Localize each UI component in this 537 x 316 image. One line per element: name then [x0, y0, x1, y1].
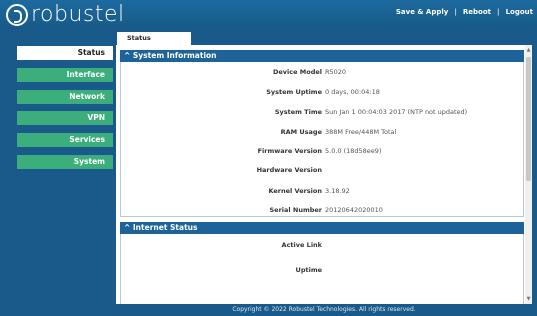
info-label: Firmware Version [257, 147, 322, 155]
save-apply-button[interactable]: Save & Apply [396, 8, 448, 16]
footer-copyright: Copyright © 2022 Robustel Technologies. … [232, 306, 416, 313]
reboot-button[interactable]: Reboot [463, 8, 491, 16]
robustel-logo: robustel [6, 2, 125, 28]
scrollbar[interactable]: ▲ ▼ [525, 45, 532, 304]
info-label: RAM Usage [280, 128, 322, 136]
info-value: 5.0.0 (18d58ee9) [325, 147, 382, 155]
scroll-thumb[interactable] [526, 57, 531, 181]
info-row: RAM Usage 388M Free/448M Total [120, 122, 524, 141]
info-value: 0 days, 00:04:18 [325, 88, 380, 96]
info-row: Uptime [120, 260, 524, 279]
info-label: Kernel Version [268, 187, 322, 195]
app-header: robustel Save & Apply | Reboot | Logout [0, 0, 537, 28]
scroll-up-icon[interactable]: ▲ [526, 47, 531, 53]
divider: | [454, 8, 457, 16]
info-label: Uptime [295, 266, 322, 274]
internet-status-header[interactable]: ^ Internet Status [120, 222, 524, 234]
sidebar-item-system[interactable]: System [17, 155, 113, 169]
sidebar-item-interface[interactable]: Interface [17, 68, 113, 82]
info-row: System Time Sun Jan 1 00:04:03 2017 (NTP… [120, 102, 524, 121]
sidebar-item-vpn[interactable]: VPN [17, 111, 113, 125]
info-row: Hardware Version [120, 160, 524, 179]
info-row: Kernel Version 3.18.92 [120, 181, 524, 200]
info-value: 3.18.92 [325, 187, 350, 195]
robustel-logo-icon [6, 4, 28, 26]
info-label: Device Model [272, 68, 322, 76]
info-value: 388M Free/448M Total [325, 128, 397, 136]
info-row: Active Link [120, 235, 524, 254]
info-row: Serial Number 20120642020010 [120, 200, 524, 219]
info-label: Hardware Version [256, 166, 322, 174]
info-label: System Time [274, 108, 322, 116]
sidebar-item-network[interactable]: Network [17, 90, 113, 104]
system-information-header[interactable]: ^ System Information [120, 50, 524, 62]
info-row: System Uptime 0 days, 00:04:18 [120, 82, 524, 101]
info-label: Active Link [281, 241, 322, 249]
header-actions: Save & Apply | Reboot | Logout [396, 8, 533, 16]
main-content: ^ System Information Device Model R5020 … [116, 45, 532, 304]
logo-text: robustel [31, 2, 125, 27]
info-row: Firmware Version 5.0.0 (18d58ee9) [120, 141, 524, 160]
divider: | [497, 8, 500, 16]
sidebar-item-services[interactable]: Services [17, 133, 113, 147]
info-value: 20120642020010 [325, 206, 383, 214]
info-value: R5020 [325, 68, 347, 76]
logout-button[interactable]: Logout [506, 8, 533, 16]
info-row: Device Model R5020 [120, 62, 524, 81]
info-value: Sun Jan 1 00:04:03 2017 (NTP not updated… [325, 108, 468, 116]
sidebar-item-status[interactable]: Status [17, 46, 113, 60]
info-label: Serial Number [269, 206, 322, 214]
scroll-down-icon[interactable]: ▼ [526, 296, 531, 302]
tab-status[interactable]: Status [117, 32, 191, 45]
info-label: System Uptime [266, 88, 322, 96]
